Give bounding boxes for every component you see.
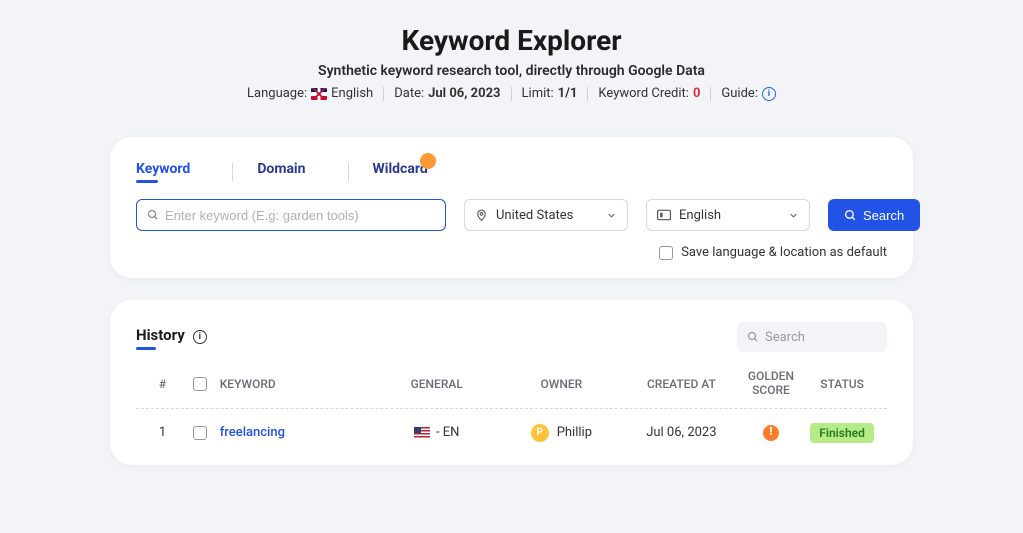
keyword-input[interactable] — [165, 208, 435, 223]
page-subtitle: Synthetic keyword research tool, directl… — [0, 63, 1023, 79]
save-default-label: Save language & location as default — [681, 245, 887, 260]
history-header: History i Search — [136, 322, 887, 352]
table-header: # KEYWORD GENERAL OWNER CREATED AT GOLDE… — [136, 370, 887, 409]
row-status-cell: Finished — [805, 423, 879, 443]
col-num: # — [144, 377, 181, 391]
col-status: STATUS — [805, 377, 879, 391]
keyword-input-wrap[interactable] — [136, 199, 446, 231]
info-icon: i — [762, 87, 776, 101]
meta-date: Date: Jul 06, 2023 — [384, 87, 511, 101]
row-checkbox[interactable] — [193, 426, 207, 440]
page-title: Keyword Explorer — [0, 24, 1023, 57]
search-row: United States English Search — [136, 199, 887, 231]
save-default-row: Save language & location as default — [136, 245, 887, 260]
table-row: 1 freelancing - EN P Phillip Jul 06, 202… — [136, 409, 887, 443]
tab-domain[interactable]: Domain — [257, 161, 329, 183]
meta-limit: Limit: 1/1 — [512, 87, 589, 101]
search-icon — [844, 209, 857, 222]
history-card: History i Search # KEYWORD GENERAL OWNER… — [110, 300, 913, 465]
info-icon[interactable]: i — [193, 330, 207, 344]
tab-keyword[interactable]: Keyword — [136, 161, 214, 183]
warning-icon: ! — [763, 425, 779, 441]
history-title: History — [136, 326, 185, 348]
location-select[interactable]: United States — [464, 199, 628, 231]
search-card: Keyword Domain Wildcard United States — [110, 137, 913, 278]
wildcard-badge-icon — [420, 153, 436, 169]
history-search[interactable]: Search — [737, 322, 887, 352]
flag-uk-icon — [311, 88, 327, 100]
col-created: CREATED AT — [626, 377, 737, 391]
col-general: GENERAL — [377, 377, 497, 391]
row-checkbox-cell — [181, 426, 220, 440]
language-icon — [657, 209, 671, 221]
search-icon — [147, 209, 159, 221]
select-all-checkbox[interactable] — [193, 377, 207, 391]
search-button[interactable]: Search — [828, 199, 920, 231]
meta-guide[interactable]: Guide: i — [711, 87, 786, 101]
meta-credit: Keyword Credit: 0 — [588, 87, 711, 101]
col-golden: GOLDEN SCORE — [737, 370, 805, 398]
save-default-checkbox[interactable] — [659, 246, 673, 260]
search-icon — [747, 331, 759, 343]
col-owner: OWNER — [497, 377, 626, 391]
keyword-link[interactable]: freelancing — [220, 425, 285, 440]
status-badge: Finished — [810, 423, 874, 443]
col-keyword: KEYWORD — [220, 377, 377, 391]
avatar: P — [531, 424, 549, 442]
language-select[interactable]: English — [646, 199, 810, 231]
row-owner-cell: P Phillip — [497, 424, 626, 442]
row-num: 1 — [144, 425, 181, 440]
tabs: Keyword Domain Wildcard — [136, 161, 887, 183]
row-general-cell: - EN — [377, 425, 497, 440]
chevron-down-icon — [788, 210, 799, 221]
chevron-down-icon — [606, 210, 617, 221]
row-keyword-cell: freelancing — [220, 425, 377, 440]
meta-language: Language: English — [237, 87, 384, 101]
tab-wildcard[interactable]: Wildcard — [373, 161, 452, 183]
row-created-cell: Jul 06, 2023 — [626, 425, 737, 440]
location-pin-icon — [475, 209, 488, 222]
row-golden-cell: ! — [737, 425, 805, 441]
flag-us-icon — [414, 427, 430, 438]
col-checkbox — [181, 377, 220, 391]
meta-row: Language: English Date: Jul 06, 2023 Lim… — [0, 87, 1023, 101]
